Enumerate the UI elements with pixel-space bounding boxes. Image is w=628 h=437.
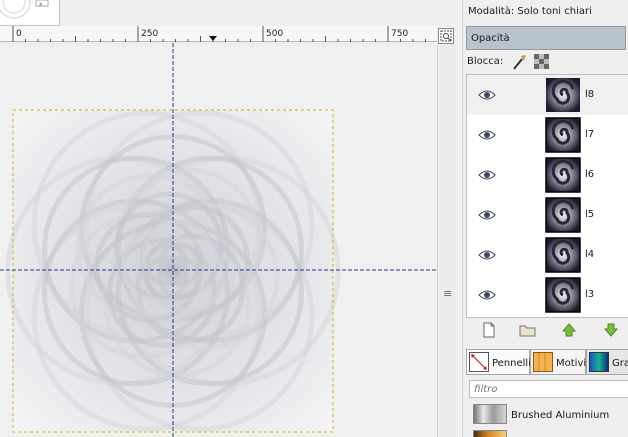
tab-gradienti[interactable]: Grad xyxy=(586,349,628,375)
pattern-tab-icon xyxy=(533,352,553,372)
tab-label-gradienti: Grad xyxy=(612,358,628,369)
gradient-swatch xyxy=(473,430,507,437)
layer-thumbnail xyxy=(545,117,581,153)
layers-dock: Modalità: Solo toni chiari Opacità Blocc… xyxy=(462,0,628,437)
gimp-window: x 0 250 500 750 ≡ Modalità: Solo toni ch… xyxy=(0,0,628,437)
filter-field-wrapper xyxy=(469,380,628,398)
svg-text:x: x xyxy=(39,1,43,8)
navigate-button[interactable] xyxy=(438,28,454,44)
gradient-item-next[interactable] xyxy=(469,428,628,437)
ruler-ticks xyxy=(12,26,426,42)
layer-name: l5 xyxy=(585,209,595,220)
visibility-eye-icon[interactable] xyxy=(478,129,496,141)
canvas-drawing xyxy=(0,43,437,437)
visibility-eye-icon[interactable] xyxy=(478,169,496,181)
raise-layer-icon[interactable] xyxy=(561,322,577,338)
layer-name: l7 xyxy=(585,129,595,140)
filter-input[interactable] xyxy=(470,381,620,397)
layer-toolbar xyxy=(463,318,628,342)
mode-row[interactable]: Modalità: Solo toni chiari xyxy=(468,6,592,17)
gradient-swatch xyxy=(473,404,507,424)
layer-thumbnail xyxy=(545,157,581,193)
visibility-eye-icon[interactable] xyxy=(478,89,496,101)
layer-row[interactable]: l4 xyxy=(467,235,628,275)
layer-row[interactable]: l5 xyxy=(467,195,628,235)
layer-row[interactable]: l6 xyxy=(467,155,628,195)
vertical-scrollbar[interactable]: ≡ xyxy=(437,44,455,437)
gradient-tab-icon xyxy=(589,352,609,372)
ruler-pointer-icon xyxy=(209,36,217,41)
ruler-label-250: 250 xyxy=(141,29,159,39)
tab-motivi[interactable]: Motivi xyxy=(530,349,586,375)
tab-label-pennelli: Pennelli xyxy=(492,358,531,369)
lock-alpha-icon xyxy=(534,54,549,69)
layer-thumbnail xyxy=(545,197,581,233)
scroll-grip-icon[interactable]: ≡ xyxy=(443,287,452,300)
mode-value[interactable]: Solo toni chiari xyxy=(517,6,592,17)
tab-label-motivi: Motivi xyxy=(556,358,587,369)
lock-toggles xyxy=(511,53,553,74)
layer-row[interactable]: l7 xyxy=(467,115,628,155)
layer-row[interactable]: l3 xyxy=(467,275,628,315)
lock-pixels-icon xyxy=(513,55,526,70)
opacity-label: Opacità xyxy=(471,33,510,44)
layer-thumbnail xyxy=(545,277,581,313)
folder-icon[interactable] xyxy=(519,322,537,338)
layers-list[interactable]: l8 l7 l6 l5 l4 l3 xyxy=(466,74,628,318)
layer-name: l6 xyxy=(585,169,595,180)
opacity-slider[interactable]: Opacità xyxy=(466,26,626,50)
layer-name: l4 xyxy=(585,249,595,260)
ruler-label-500: 500 xyxy=(266,29,284,39)
image-canvas[interactable] xyxy=(0,43,437,437)
visibility-eye-icon[interactable] xyxy=(478,289,496,301)
visibility-eye-icon[interactable] xyxy=(478,209,496,221)
brush-tab-icon xyxy=(469,352,489,372)
gradient-list[interactable]: Brushed Aluminium xyxy=(469,402,628,437)
horizontal-ruler[interactable]: 0 250 500 750 xyxy=(0,26,437,42)
resource-tabs: Pennelli Motivi Gra xyxy=(466,349,628,375)
ruler-label-0: 0 xyxy=(16,29,22,39)
navigate-icon xyxy=(440,30,452,42)
gradient-name: Brushed Aluminium xyxy=(511,410,610,421)
visibility-eye-icon[interactable] xyxy=(478,249,496,261)
layer-name: l8 xyxy=(585,89,595,100)
layer-name: l3 xyxy=(585,289,595,300)
gradient-item-brushed-aluminium[interactable]: Brushed Aluminium xyxy=(469,402,628,424)
ruler-label-750: 750 xyxy=(391,29,409,39)
lock-label: Blocca: xyxy=(467,56,504,67)
new-layer-icon[interactable] xyxy=(481,322,497,338)
mode-label: Modalità: xyxy=(468,6,515,17)
lower-layer-icon[interactable] xyxy=(603,322,619,338)
layer-thumbnail xyxy=(546,78,580,112)
layer-row[interactable]: l8 xyxy=(467,75,628,115)
image-preview-icon: x xyxy=(0,0,49,19)
layer-thumbnail xyxy=(545,237,581,273)
image-tab-thumbnail[interactable]: x xyxy=(0,0,60,26)
tab-pennelli[interactable]: Pennelli xyxy=(466,349,531,375)
